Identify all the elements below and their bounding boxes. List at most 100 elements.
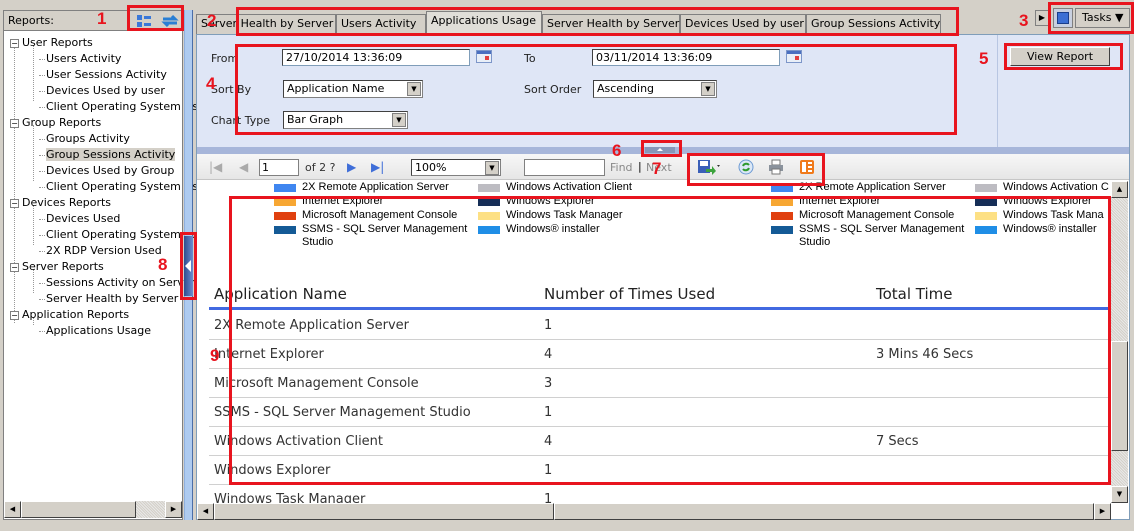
sync-icon[interactable] [161, 14, 179, 28]
export-icon[interactable] [697, 159, 720, 175]
page-number-input[interactable]: 1 [259, 159, 299, 176]
prev-page-icon[interactable]: ◀ [239, 160, 248, 174]
annotation-number: 9 [210, 346, 220, 365]
cell-total-time: 3 Mins 46 Secs [876, 347, 974, 362]
tree-item[interactable]: Devices Used by user [39, 83, 165, 99]
collapse-parameters-button[interactable] [645, 147, 675, 153]
tree-category-label: Group Reports [22, 116, 102, 129]
scroll-down-button[interactable]: ▼ [1111, 486, 1128, 503]
collapse-icon[interactable]: − [10, 198, 19, 208]
tree-item[interactable]: Server Health by Server [39, 291, 178, 307]
legend-label: Windows Task Mana [1003, 209, 1104, 221]
calendar-icon[interactable] [476, 50, 492, 63]
table-row: SSMS - SQL Server Management Studio 1 [209, 398, 1111, 427]
tab-applications-usage[interactable]: Applications Usage✕ [426, 11, 551, 34]
scroll-right-button[interactable]: ▶ [1094, 503, 1111, 520]
tab-label: Server Health by Server [547, 17, 680, 30]
list-view-icon[interactable] [136, 14, 152, 28]
from-date-input[interactable]: 27/10/2014 13:36:09 [282, 49, 470, 66]
scroll-right-button[interactable]: ▶ [165, 501, 182, 518]
zoom-select[interactable]: 100% ▼ [411, 159, 501, 176]
tab-label: Devices Used by user [685, 17, 804, 30]
tree-item[interactable]: Users Activity [39, 51, 121, 67]
refresh-icon[interactable] [738, 159, 754, 175]
collapse-icon[interactable]: − [10, 310, 19, 320]
last-page-icon[interactable]: ▶| [371, 160, 384, 174]
sort-by-select[interactable]: Application Name ▼ [283, 80, 423, 98]
page-count: of 2 ? [305, 161, 336, 174]
table-row: Windows Task Manager 1 [209, 485, 1111, 503]
tree-item[interactable]: User Sessions Activity [39, 67, 167, 83]
annotation-number: 2 [207, 11, 217, 30]
tree-item[interactable]: 2X RDP Version Used [39, 243, 162, 259]
legend-label: Windows® installer [1003, 223, 1097, 235]
annotation-number: 8 [158, 255, 168, 274]
collapse-icon[interactable]: − [10, 118, 19, 128]
collapse-panel-handle[interactable] [184, 236, 193, 296]
legend-label: Windows Explorer [506, 195, 595, 207]
tree-item[interactable]: Devices Used [39, 211, 120, 227]
tree-item-label: Group Sessions Activity [46, 148, 176, 161]
tree-category-user-reports[interactable]: − User Reports [10, 35, 93, 51]
tree-category-application-reports[interactable]: − Application Reports [10, 307, 129, 323]
next-page-icon[interactable]: ▶ [347, 160, 356, 174]
tasks-dropdown-button[interactable]: Tasks ▼ [1075, 8, 1130, 28]
report-horizontal-scrollbar[interactable]: ◀ ▶ [197, 503, 1111, 520]
cell-times-used: 4 [544, 434, 553, 449]
report-vertical-scrollbar[interactable]: ▲ ▼ [1111, 181, 1128, 503]
first-page-icon[interactable]: |◀ [209, 160, 222, 174]
to-date-input[interactable]: 03/11/2014 13:36:09 [592, 49, 780, 66]
legend-swatch [975, 198, 997, 206]
scroll-left-button[interactable]: ◀ [4, 501, 21, 518]
legend-swatch [975, 212, 997, 220]
tab-scroll-right-button[interactable]: ▶ [1035, 10, 1049, 26]
sort-order-label: Sort Order [524, 83, 582, 96]
chart-type-label: Chart Type [211, 114, 270, 127]
cell-application-name: Windows Task Manager [214, 492, 366, 503]
reports-panel-header: Reports: [4, 11, 182, 31]
tree-item[interactable]: Devices Used by Group [39, 163, 174, 179]
scrollbar-thumb-ext [554, 503, 1094, 520]
tree-item[interactable]: Applications Usage [39, 323, 151, 339]
tab-server-health-by-server-2[interactable]: Server Health by Server [542, 14, 680, 34]
tab-devices-used-by-user[interactable]: Devices Used by user [680, 14, 806, 34]
separator: | [638, 160, 642, 173]
cell-total-time: 7 Secs [876, 434, 919, 449]
tree-item-label: Devices Used by Group [46, 164, 175, 177]
tree-item[interactable]: Sessions Activity on Server [39, 275, 195, 291]
tree-category-group-reports[interactable]: − Group Reports [10, 115, 101, 131]
legend-label: Windows Activation Client [506, 181, 632, 193]
tree-horizontal-scrollbar[interactable]: ◀ ▶ [4, 501, 182, 518]
scrollbar-thumb[interactable] [1111, 341, 1128, 451]
collapse-icon[interactable]: − [10, 262, 19, 272]
collapse-icon[interactable]: − [10, 38, 19, 48]
view-report-button[interactable]: View Report [1010, 47, 1110, 66]
find-link[interactable]: Find [610, 161, 633, 174]
print-icon[interactable] [768, 159, 784, 175]
find-input[interactable] [524, 159, 605, 176]
reports-panel: Reports: − User Reports Users Activity Us… [3, 10, 212, 520]
column-header-times-used: Number of Times Used [544, 285, 716, 303]
scroll-up-button[interactable]: ▲ [1111, 181, 1128, 198]
table-row: Internet Explorer 4 3 Mins 46 Secs [209, 340, 1111, 369]
legend-swatch [478, 226, 500, 234]
tree-item-selected[interactable]: Group Sessions Activity [39, 147, 176, 163]
chart-type-select[interactable]: Bar Graph ▼ [283, 111, 408, 129]
chevron-down-icon: ▼ [392, 113, 406, 127]
scroll-left-button[interactable]: ◀ [197, 503, 214, 520]
cell-times-used: 1 [544, 463, 553, 478]
table-row: Windows Activation Client 4 7 Secs [209, 427, 1111, 456]
tab-group-sessions-activity[interactable]: Group Sessions Activity [806, 14, 941, 34]
tab-users-activity[interactable]: Users Activity [336, 14, 426, 34]
sort-order-select[interactable]: Ascending ▼ [593, 80, 717, 98]
calendar-icon[interactable] [786, 50, 802, 63]
tab-label: Group Sessions Activity [811, 17, 941, 30]
tree-item[interactable]: Groups Activity [39, 131, 130, 147]
view-toggle-button[interactable] [1053, 8, 1073, 28]
document-map-icon[interactable] [799, 159, 815, 175]
tab-server-health-by-server[interactable]: Server Health by Server [196, 14, 336, 34]
scrollbar-thumb[interactable] [214, 503, 554, 520]
scrollbar-thumb[interactable] [21, 501, 136, 518]
tree-category-devices-reports[interactable]: − Devices Reports [10, 195, 111, 211]
tree-category-server-reports[interactable]: − Server Reports [10, 259, 104, 275]
